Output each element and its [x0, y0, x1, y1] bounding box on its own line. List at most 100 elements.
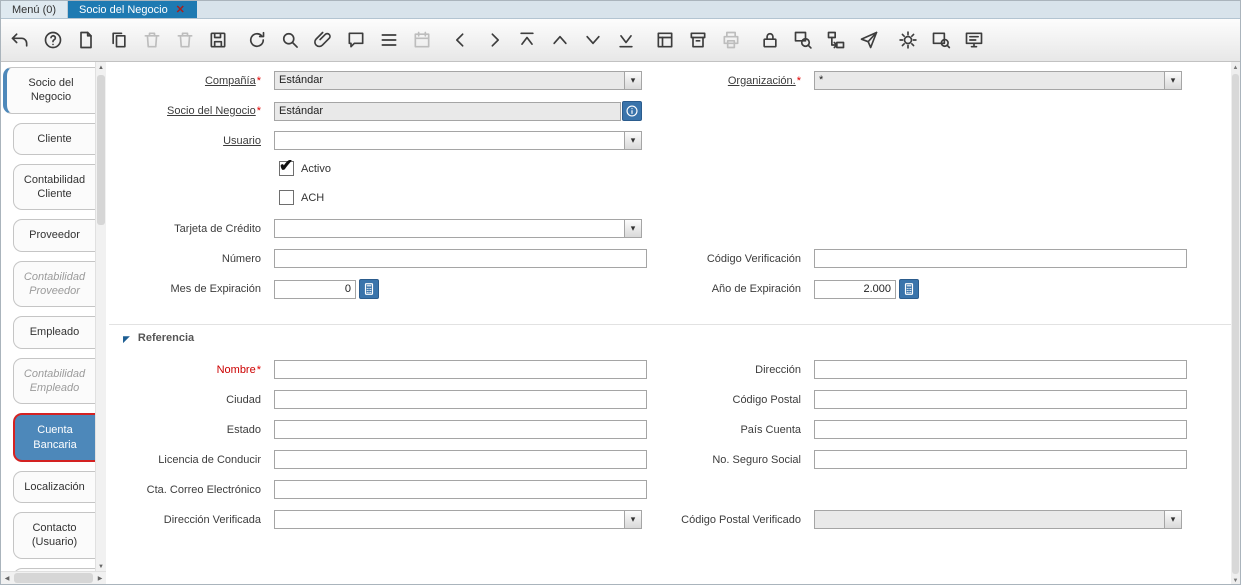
sidebar-item-cliente[interactable]: Cliente — [13, 122, 95, 155]
mes-expiracion-input[interactable] — [274, 279, 356, 299]
label-licencia-conducir: Licencia de Conducir — [109, 454, 261, 466]
sidebar-item-socio-del-negocio[interactable]: Socio del Negocio — [3, 67, 95, 114]
archive-icon[interactable] — [685, 27, 711, 53]
ach-checkbox[interactable] — [279, 190, 294, 205]
chevron-down-icon[interactable] — [624, 132, 641, 149]
ciudad-label-text: Ciudad — [226, 393, 261, 406]
workflow-icon[interactable] — [823, 27, 849, 53]
tab-socio-del-negocio[interactable]: Socio del Negocio — [68, 1, 197, 18]
sidebar-item-contabilidad-proveedor[interactable]: Contabilidad Proveedor — [13, 260, 95, 308]
referencia-section-header[interactable]: Referencia — [109, 324, 1233, 344]
refresh-icon[interactable] — [244, 27, 270, 53]
new-record-icon[interactable] — [73, 27, 99, 53]
estado-input[interactable] — [274, 420, 647, 439]
tarjeta-credito-select[interactable] — [274, 219, 642, 238]
zoom-across-icon[interactable] — [790, 27, 816, 53]
calculator-button[interactable] — [899, 279, 919, 299]
help-icon[interactable] — [40, 27, 66, 53]
sidebar-scroll-thumb[interactable] — [97, 75, 105, 225]
parent-record-icon[interactable] — [547, 27, 573, 53]
sidebar-item-empleado[interactable]: Empleado — [13, 316, 95, 349]
scroll-right-icon[interactable] — [94, 572, 106, 584]
last-record-icon[interactable] — [613, 27, 639, 53]
estado-label-text: Estado — [226, 423, 261, 436]
numero-input[interactable] — [274, 249, 647, 268]
undo-icon[interactable] — [7, 27, 33, 53]
collapse-section-icon[interactable] — [123, 329, 130, 347]
chevron-down-icon[interactable] — [1164, 511, 1181, 528]
correo-electronico-input[interactable] — [274, 480, 647, 499]
toolbar — [1, 19, 1240, 62]
label-compania[interactable]: Compañía* — [109, 75, 261, 87]
form-row-credit-card: Tarjeta de Crédito — [109, 219, 1233, 238]
scroll-down-icon[interactable] — [1231, 575, 1240, 584]
close-tab-icon[interactable] — [175, 4, 186, 15]
licencia-conducir-input[interactable] — [274, 450, 647, 469]
organizacion-label-text: Organización. — [727, 74, 796, 87]
direccion-verificada-select[interactable] — [274, 510, 642, 529]
scroll-left-icon[interactable] — [1, 572, 13, 584]
organizacion-select[interactable]: * — [814, 71, 1182, 90]
ano-expiracion-input[interactable] — [814, 279, 896, 299]
form-area: Compañía* Estándar Organización.* * Soci… — [106, 62, 1233, 584]
socio-del-negocio-window: Menú (0) Socio del Negocio ✕ Socio del N… — [0, 0, 1241, 585]
sidebar-horizontal-scrollbar[interactable] — [1, 571, 106, 584]
main-scroll-thumb[interactable] — [1232, 74, 1239, 574]
codigo-postal-verificado-value — [815, 511, 1164, 528]
sidebar-item-cuenta-bancaria[interactable]: Cuenta Bancaria — [13, 413, 95, 462]
copy-record-icon[interactable] — [106, 27, 132, 53]
sidebar-hscroll-thumb[interactable] — [14, 573, 93, 583]
usuario-select[interactable] — [274, 131, 642, 150]
ciudad-input[interactable] — [274, 390, 647, 409]
codigo-verificacion-input[interactable] — [814, 249, 1187, 268]
previous-record-icon[interactable] — [448, 27, 474, 53]
form-row-number: Número Código Verificación — [109, 249, 1233, 268]
sidebar-item-localizacion[interactable]: Localización — [13, 470, 95, 504]
direccion-input[interactable] — [814, 360, 1187, 379]
request-send-icon[interactable] — [856, 27, 882, 53]
chevron-down-icon[interactable] — [1164, 72, 1181, 89]
ano-expiracion-label-text: Año de Expiración — [711, 283, 801, 295]
detail-record-icon[interactable] — [580, 27, 606, 53]
sidebar-vertical-scrollbar[interactable] — [95, 62, 106, 573]
chat-icon[interactable] — [343, 27, 369, 53]
label-ciudad: Ciudad — [109, 394, 261, 406]
label-socio-del-negocio[interactable]: Socio del Negocio* — [109, 105, 261, 117]
sidebar-item-contabilidad-empleado[interactable]: Contabilidad Empleado — [13, 357, 95, 405]
find-icon[interactable] — [277, 27, 303, 53]
attachment-icon[interactable] — [310, 27, 336, 53]
codigo-postal-input[interactable] — [814, 390, 1187, 409]
tab-menu[interactable]: Menú (0) — [1, 1, 69, 18]
calculator-button[interactable] — [359, 279, 379, 299]
compania-select[interactable]: Estándar — [274, 71, 642, 90]
sidebar-item-contacto-usuario[interactable]: Contacto (Usuario) — [13, 512, 95, 559]
form-row-user: Usuario — [109, 131, 1233, 150]
label-usuario[interactable]: Usuario — [109, 135, 261, 147]
main-vertical-scrollbar[interactable] — [1231, 62, 1240, 584]
scroll-up-icon[interactable] — [1231, 62, 1240, 73]
sidebar-item-contabilidad-cliente[interactable]: Contabilidad Cliente — [13, 163, 95, 211]
codigo-postal-verificado-select[interactable] — [814, 510, 1182, 529]
scroll-up-icon[interactable] — [96, 62, 106, 74]
grid-toggle-icon[interactable] — [376, 27, 402, 53]
form-row-ach: ACH — [109, 190, 1233, 205]
first-record-icon[interactable] — [514, 27, 540, 53]
chevron-down-icon[interactable] — [624, 511, 641, 528]
chevron-down-icon[interactable] — [624, 72, 641, 89]
sidebar-item-proveedor[interactable]: Proveedor — [13, 219, 95, 252]
private-record-lock-icon[interactable] — [757, 27, 783, 53]
socio-del-negocio-input[interactable] — [274, 101, 621, 121]
chevron-down-icon[interactable] — [624, 220, 641, 237]
feedback-icon[interactable] — [961, 27, 987, 53]
save-icon[interactable] — [205, 27, 231, 53]
seguro-social-input[interactable] — [814, 450, 1187, 469]
report-icon[interactable] — [652, 27, 678, 53]
preference-gear-icon[interactable] — [895, 27, 921, 53]
business-partner-info-button[interactable] — [622, 101, 642, 121]
product-info-icon[interactable] — [928, 27, 954, 53]
activo-checkbox[interactable] — [279, 156, 294, 176]
pais-cuenta-input[interactable] — [814, 420, 1187, 439]
nombre-input[interactable] — [274, 360, 647, 379]
next-record-icon[interactable] — [481, 27, 507, 53]
label-organizacion[interactable]: Organización.* — [660, 75, 801, 87]
